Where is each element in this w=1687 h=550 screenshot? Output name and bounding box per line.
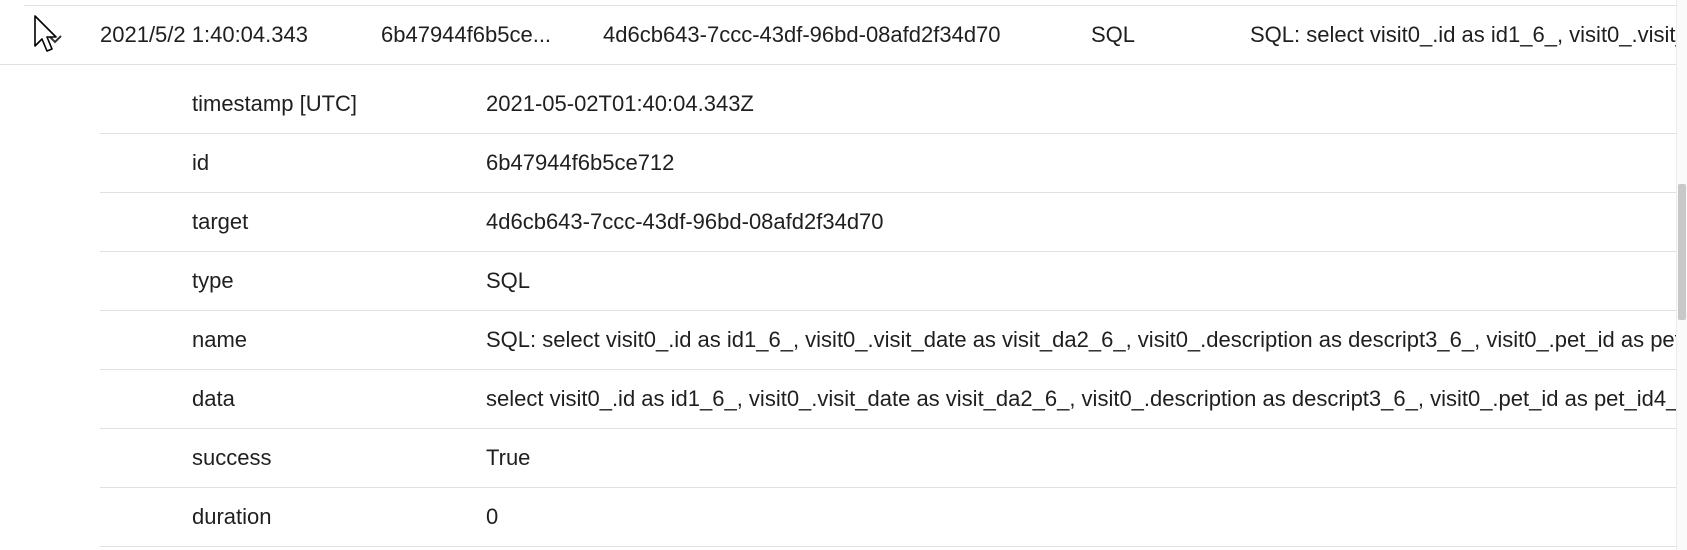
detail-key: name xyxy=(192,327,248,352)
chevron-down-icon[interactable] xyxy=(46,28,64,46)
detail-row-name: name SQL: select visit0_.id as id1_6_, v… xyxy=(100,311,1687,370)
cell-timestamp: 2021/5/2 1:40:04.343 xyxy=(100,22,308,47)
detail-key: success xyxy=(192,445,272,470)
detail-key: timestamp [UTC] xyxy=(192,91,358,116)
cell-id: 6b47944f6b5ce... xyxy=(381,22,552,47)
detail-row-success: success True xyxy=(100,429,1687,488)
detail-value: 6b47944f6b5ce712 xyxy=(486,150,675,175)
detail-key: type xyxy=(192,268,234,293)
scrollbar-thumb[interactable] xyxy=(1678,184,1686,320)
results-viewport: 2021/5/2 1:40:04.343 6b47944f6b5ce... 4d… xyxy=(0,0,1687,550)
detail-value: 0 xyxy=(486,504,499,529)
detail-row-type: type SQL xyxy=(100,252,1687,311)
cell-target: 4d6cb643-7ccc-43df-96bd-08afd2f34d70 xyxy=(603,22,1001,47)
cell-name: SQL: select visit0_.id as id1_6_, visit0… xyxy=(1250,22,1677,47)
detail-value: select visit0_.id as id1_6_, visit0_.vis… xyxy=(486,386,1687,411)
detail-row-id: id 6b47944f6b5ce712 xyxy=(100,134,1687,193)
detail-key: id xyxy=(192,150,210,175)
detail-value: True xyxy=(486,445,531,470)
detail-row-target: target 4d6cb643-7ccc-43df-96bd-08afd2f34… xyxy=(100,193,1687,252)
detail-row-data: data select visit0_.id as id1_6_, visit0… xyxy=(100,370,1687,429)
detail-value: 4d6cb643-7ccc-43df-96bd-08afd2f34d70 xyxy=(486,209,884,234)
detail-value: SQL xyxy=(486,268,531,293)
detail-row-timestamp: timestamp [UTC] 2021-05-02T01:40:04.343Z xyxy=(100,75,1687,134)
expanded-details: timestamp [UTC] 2021-05-02T01:40:04.343Z… xyxy=(100,75,1687,547)
detail-row-duration: duration 0 xyxy=(100,488,1687,547)
table-row-expanded[interactable]: 2021/5/2 1:40:04.343 6b47944f6b5ce... 4d… xyxy=(0,6,1687,65)
detail-key: target xyxy=(192,209,249,234)
detail-key: data xyxy=(192,386,235,411)
cell-type: SQL xyxy=(1091,22,1136,47)
detail-value: SQL: select visit0_.id as id1_6_, visit0… xyxy=(486,327,1687,352)
detail-key: duration xyxy=(192,504,272,529)
detail-value: 2021-05-02T01:40:04.343Z xyxy=(486,91,754,116)
